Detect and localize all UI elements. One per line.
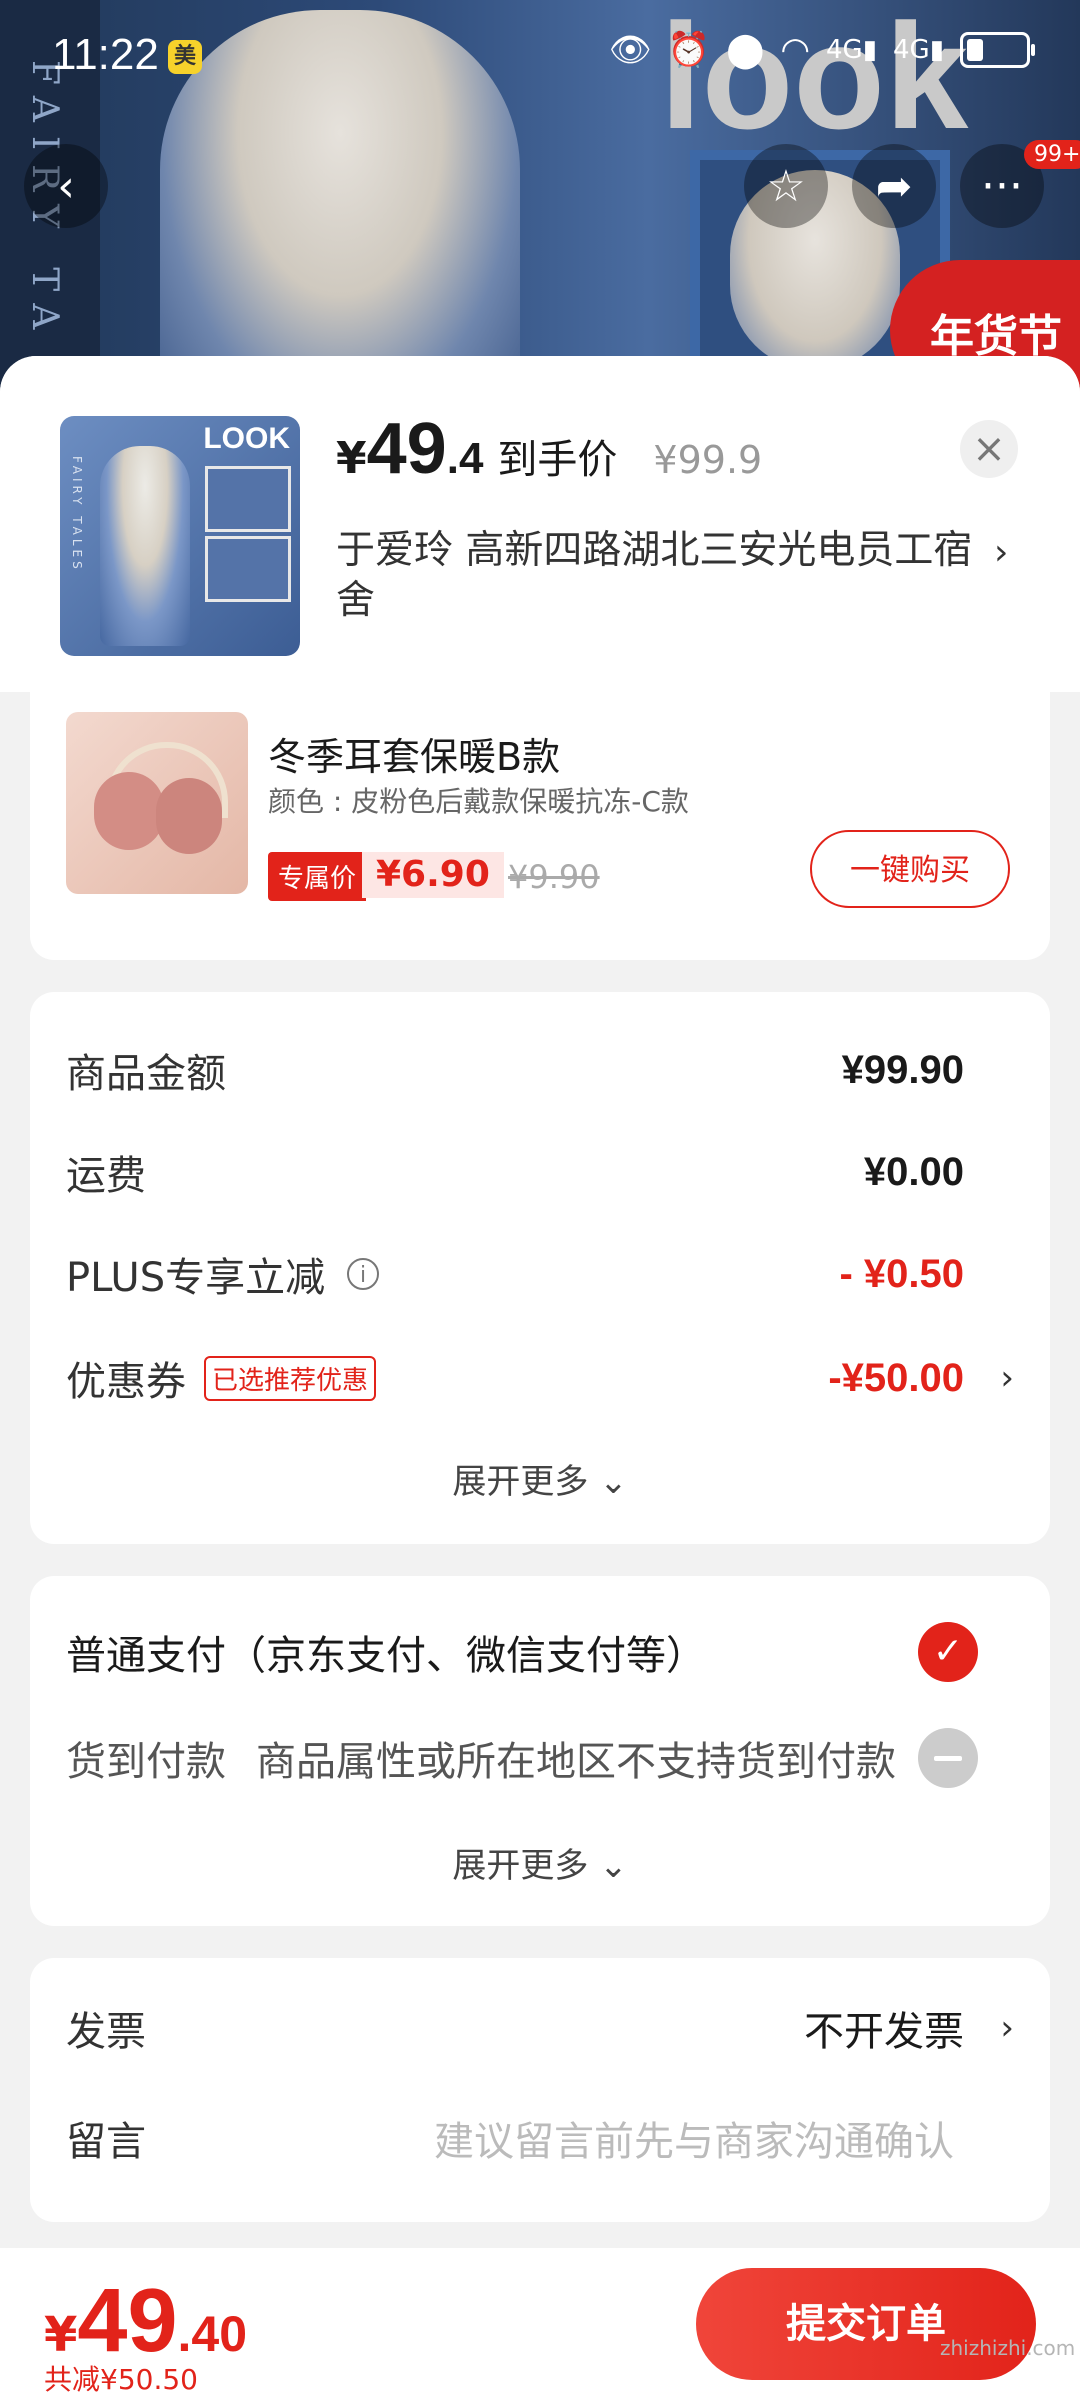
payment-cod-note: 商品属性或所在地区不支持货到付款: [256, 1739, 896, 1785]
price-currency: ¥: [336, 433, 367, 484]
close-button[interactable]: ×: [960, 420, 1018, 478]
coupon-tag: 已选推荐优惠: [204, 1355, 377, 1401]
back-arrow-icon: ‹: [57, 160, 75, 212]
addon-title: 冬季耳套保暖B款: [268, 735, 561, 779]
submit-order-button[interactable]: 提交订单: [696, 2268, 1036, 2380]
chevron-right-icon[interactable]: ›: [1000, 2008, 1014, 2048]
invoice-value: 不开发票: [804, 2010, 964, 2054]
addon-original-price: ¥9.90: [508, 858, 600, 896]
plus-discount-row: PLUS专享立减 i - ¥0.50: [66, 1244, 1014, 1304]
total-decimal: .40: [177, 2306, 248, 2362]
total-currency: ¥: [44, 2307, 78, 2363]
star-icon: ☆: [766, 160, 806, 212]
message-input[interactable]: 建议留言前先与商家沟通确认: [434, 2109, 954, 2167]
signal-icon-2: 4G▮: [893, 35, 944, 65]
exclusive-price-tag: 专属价: [268, 852, 367, 901]
disabled-icon: [918, 1728, 978, 1788]
coupon-label: 优惠券: [66, 1359, 186, 1405]
wifi-icon: ◠: [780, 30, 810, 70]
checkmark-icon[interactable]: ✓: [918, 1622, 978, 1682]
shipping-row: 运费 ¥0.00: [66, 1142, 1014, 1202]
coupon-row[interactable]: 优惠券 已选推荐优惠 -¥50.00 ›: [66, 1348, 1014, 1408]
delivery-address[interactable]: 于爱玲 高新四路湖北三安光电员工宿舍: [336, 526, 976, 626]
app-notification-icon: 美: [168, 40, 202, 74]
invoice-label: 发票: [66, 2009, 146, 2055]
favorite-button[interactable]: ☆: [744, 144, 828, 228]
share-button[interactable]: ➦: [852, 144, 936, 228]
back-button[interactable]: ‹: [24, 144, 108, 228]
shipping-label: 运费: [66, 1153, 146, 1199]
payment-cod-label: 货到付款: [66, 1739, 226, 1785]
price-integer: 49: [366, 409, 447, 489]
plus-discount-value: - ¥0.50: [839, 1251, 964, 1296]
status-icons: 👁 ⏰ ⬤ ◠ 4G▮ 4G▮: [608, 30, 1035, 70]
exclusive-price: ¥6.90: [362, 852, 504, 898]
chevron-right-icon[interactable]: ›: [1000, 1358, 1014, 1398]
total-saved: 共减¥50.50: [44, 2363, 198, 2396]
message-row[interactable]: 留言 建议留言前先与商家沟通确认: [66, 2108, 1014, 2168]
payment-cod-row: 货到付款 商品属性或所在地区不支持货到付款: [66, 1728, 1014, 1788]
fees-card: 商品金额 ¥99.90 运费 ¥0.00 PLUS专享立减 i - ¥0.50 …: [30, 992, 1050, 1544]
addon-thumbnail: [66, 712, 248, 894]
price-label: 到手价: [497, 437, 618, 483]
invoice-row[interactable]: 发票 不开发票 ›: [66, 1998, 1014, 2058]
final-price: ¥ 49 .4 到手价 ¥99.9: [336, 408, 762, 490]
goods-amount-label: 商品金额: [66, 1051, 226, 1097]
eye-icon: 👁: [608, 30, 652, 70]
status-time: 11:22: [52, 30, 159, 79]
original-price: ¥99.9: [653, 438, 763, 482]
signal-icon: 4G▮: [826, 35, 877, 65]
chevron-right-icon[interactable]: ›: [994, 532, 1008, 573]
thumbnail-side-text: FAIRY TALES: [70, 456, 84, 573]
status-bar: 11:22 美 👁 ⏰ ⬤ ◠ 4G▮ 4G▮: [0, 0, 1080, 110]
payment-normal-label: 普通支付（京东支付、微信支付等）: [66, 1633, 706, 1679]
cart-count-badge: 99+: [1024, 140, 1080, 169]
info-icon[interactable]: i: [347, 1258, 380, 1290]
watermark: zhizhizhi.com: [940, 2336, 1076, 2360]
goods-amount-row: 商品金额 ¥99.90: [66, 1040, 1014, 1100]
price-decimal: .4: [446, 434, 484, 483]
message-label: 留言: [66, 2119, 146, 2165]
addon-product-card: 冬季耳套保暖B款 颜色 : 皮粉色后戴款保暖抗冻-C款 专属价 ¥6.90 ¥9…: [30, 692, 1050, 960]
invoice-card: 发票 不开发票 › 留言 建议留言前先与商家沟通确认: [30, 1958, 1050, 2222]
product-thumbnail: LOOK FAIRY TALES: [60, 416, 300, 656]
checkout-sheet: LOOK FAIRY TALES ¥ 49 .4 到手价 ¥99.9 × 于爱玲…: [0, 356, 1080, 2400]
thumbnail-brand-text: LOOK: [203, 422, 290, 455]
payment-normal-row[interactable]: 普通支付（京东支付、微信支付等） ✓: [66, 1622, 1014, 1682]
alarm-icon: ⏰: [667, 30, 711, 70]
bottom-bar: ¥ 49 .40 共减¥50.50 提交订单: [0, 2248, 1080, 2400]
addon-spec: 颜色 : 皮粉色后戴款保暖抗冻-C款: [268, 785, 689, 818]
more-dots-icon: ···: [981, 160, 1023, 212]
goods-amount-value: ¥99.90: [841, 1047, 964, 1092]
coupon-value: -¥50.00: [828, 1355, 964, 1400]
shipping-value: ¥0.00: [863, 1149, 964, 1194]
share-icon: ➦: [875, 160, 913, 212]
expand-more-fees[interactable]: 展开更多 ⌄: [30, 1454, 1050, 1503]
battery-icon: [960, 32, 1035, 68]
close-icon: ×: [972, 426, 1006, 472]
location-icon: ⬤: [726, 30, 765, 70]
one-click-buy-button[interactable]: 一键购买: [810, 830, 1010, 908]
product-summary: LOOK FAIRY TALES ¥ 49 .4 到手价 ¥99.9 × 于爱玲…: [0, 356, 1080, 692]
payment-card: 普通支付（京东支付、微信支付等） ✓ 货到付款 商品属性或所在地区不支持货到付款…: [30, 1576, 1050, 1926]
plus-discount-label: PLUS专享立减: [66, 1255, 326, 1301]
expand-more-payment[interactable]: 展开更多 ⌄: [30, 1838, 1050, 1887]
